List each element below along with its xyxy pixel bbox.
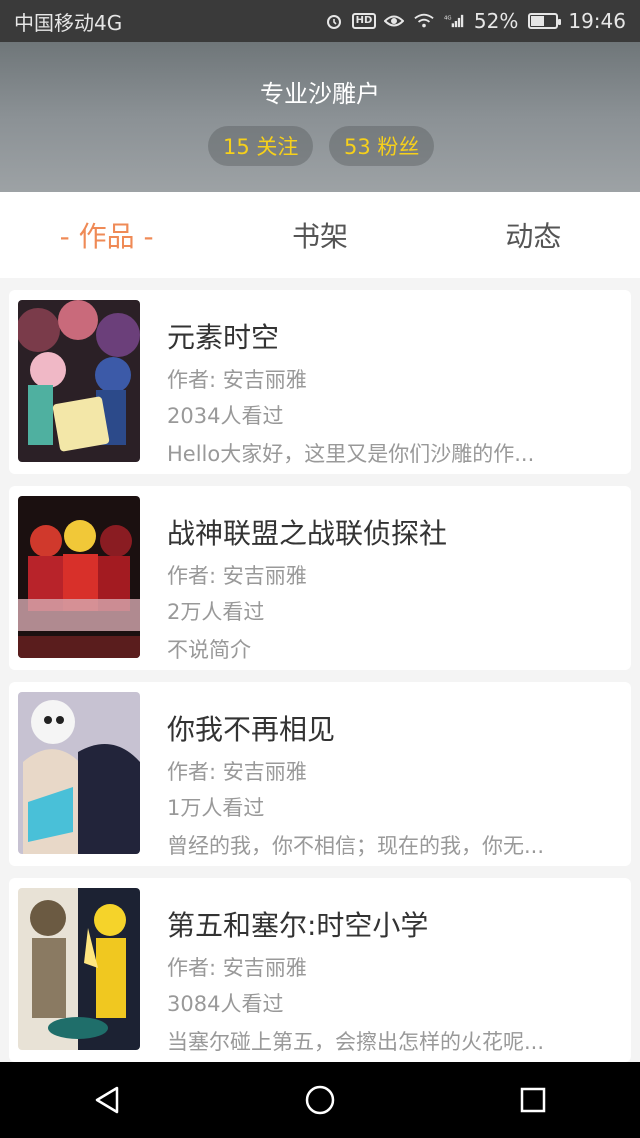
home-icon[interactable] (290, 1070, 350, 1130)
system-navigation-bar (0, 1062, 640, 1138)
work-views: 2034人看过 (167, 404, 284, 428)
book-cover-image (18, 496, 140, 658)
carrier-label: 中国移动4G (14, 10, 123, 35)
work-title: 战神联盟之战联侦探社 (167, 517, 448, 550)
hd-icon: HD (351, 12, 377, 30)
back-icon[interactable] (77, 1070, 137, 1130)
profile-banner: 专业沙雕户 15 关注 53 粉丝 (0, 42, 640, 192)
tab-bookshelf[interactable]: 书架 (213, 215, 426, 255)
tab-works[interactable]: - 作品 - (0, 215, 213, 255)
work-title: 第五和塞尔:时空小学 (167, 909, 429, 942)
work-description: 当塞尔碰上第五，会擦出怎样的火花呢... (167, 1030, 545, 1054)
following-count-button[interactable]: 15 关注 (208, 126, 314, 166)
wifi-icon (414, 12, 434, 30)
status-icons: HD 4G 52% 19:46 (324, 9, 626, 33)
work-card[interactable]: 元素时空 作者: 安吉丽雅 2034人看过 Hello大家好，这里又是你们沙雕的… (9, 290, 631, 474)
work-description: 不说简介 (167, 638, 251, 662)
alarm-icon (324, 12, 344, 30)
work-card[interactable]: 第五和塞尔:时空小学 作者: 安吉丽雅 3084人看过 当塞尔碰上第五，会擦出怎… (9, 878, 631, 1062)
battery-icon (528, 13, 562, 29)
work-author: 作者: 安吉丽雅 (167, 368, 307, 392)
svg-text:4G: 4G (444, 15, 452, 21)
work-description: Hello大家好，这里又是你们沙雕的作... (167, 442, 535, 466)
profile-tabs: - 作品 - 书架 动态 (0, 192, 640, 278)
profile-subtitle: 专业沙雕户 (260, 80, 380, 108)
work-description: 曾经的我，你不相信；现在的我，你无... (167, 834, 545, 858)
book-cover-image (18, 692, 140, 854)
work-card[interactable]: 战神联盟之战联侦探社 作者: 安吉丽雅 2万人看过 不说简介 (9, 486, 631, 670)
tab-activity[interactable]: 动态 (427, 215, 640, 255)
status-bar: 中国移动4G HD 4G 52% 19:46 (0, 0, 640, 42)
work-views: 1万人看过 (167, 796, 265, 820)
followers-count-button[interactable]: 53 粉丝 (329, 126, 435, 166)
recent-apps-icon[interactable] (503, 1070, 563, 1130)
eye-icon (383, 12, 404, 30)
work-views: 3084人看过 (167, 992, 284, 1016)
signal-4g-icon: 4G (444, 12, 464, 30)
work-views: 2万人看过 (167, 600, 265, 624)
book-cover-image (18, 300, 140, 462)
work-author: 作者: 安吉丽雅 (167, 956, 307, 980)
work-author: 作者: 安吉丽雅 (167, 564, 307, 588)
clock: 19:46 (568, 9, 626, 33)
battery-percent: 52% (473, 9, 519, 33)
work-title: 元素时空 (167, 321, 280, 354)
work-card[interactable]: 你我不再相见 作者: 安吉丽雅 1万人看过 曾经的我，你不相信；现在的我，你无.… (9, 682, 631, 866)
work-author: 作者: 安吉丽雅 (167, 760, 307, 784)
book-cover-image (18, 888, 140, 1050)
work-title: 你我不再相见 (167, 713, 336, 746)
